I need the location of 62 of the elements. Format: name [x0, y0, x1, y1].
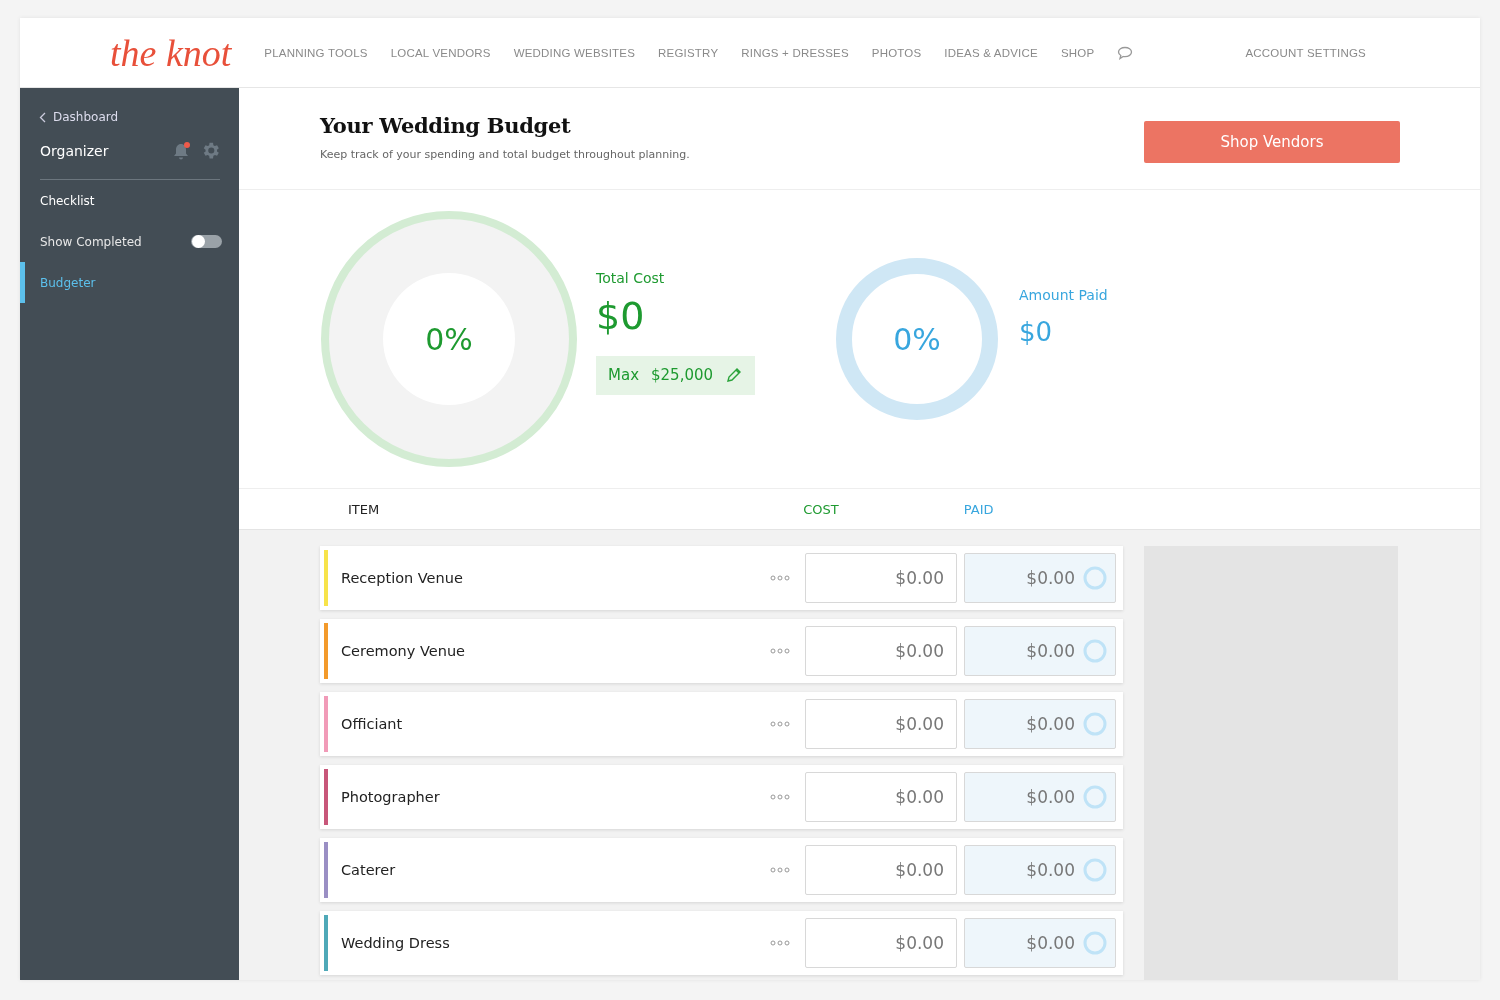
- more-icon[interactable]: [770, 575, 790, 581]
- amount-paid-value: $0: [1019, 317, 1054, 347]
- progress-ring-icon: [1083, 566, 1107, 590]
- item-name: Photographer: [341, 789, 441, 805]
- paid-field[interactable]: $0.00: [964, 553, 1116, 603]
- column-header: PAID: [963, 501, 994, 517]
- chat-icon[interactable]: [1117, 45, 1134, 60]
- column-header: ITEM: [348, 501, 380, 517]
- total-cost-amount: $0: [596, 293, 645, 338]
- paid-field[interactable]: $0.00: [964, 772, 1116, 822]
- cost-field[interactable]: $0.00: [805, 699, 957, 749]
- page-subtitle: Keep track of your spending and total budget throughout planning.: [320, 148, 690, 161]
- progress-ring-icon: [1083, 858, 1107, 882]
- progress-ring-icon: [1083, 785, 1107, 809]
- progress-ring-icon: [1083, 931, 1107, 955]
- account-settings-link[interactable]: ACCOUNT SETTINGS: [1245, 46, 1366, 59]
- nav-link[interactable]: PHOTOS: [871, 46, 922, 59]
- cost-field[interactable]: $0.00: [805, 626, 957, 676]
- paid-field[interactable]: $0.00: [964, 845, 1116, 895]
- paid-field[interactable]: $0.00: [964, 699, 1116, 749]
- bell-icon[interactable]: [173, 140, 191, 161]
- percent-text: 0%: [425, 321, 473, 357]
- progress-ring-icon: [1083, 712, 1107, 736]
- sidebar-title: Organizer: [40, 142, 110, 159]
- nav-link[interactable]: LOCAL VENDORS: [390, 46, 491, 59]
- column-header: COST: [803, 501, 839, 517]
- nav-link[interactable]: IDEAS & ADVICE: [944, 46, 1038, 59]
- paid-field[interactable]: $0.00: [964, 626, 1116, 676]
- nav-link[interactable]: REGISTRY: [658, 46, 719, 59]
- progress-ring-icon: [1083, 639, 1107, 663]
- item-name: Wedding Dress: [341, 935, 451, 951]
- more-icon[interactable]: [770, 867, 790, 873]
- total-cost-label: Total Cost: [596, 269, 665, 286]
- max-budget-button[interactable]: Max $25,000: [596, 355, 756, 395]
- cost-field[interactable]: $0.00: [805, 553, 957, 603]
- nav-link[interactable]: RINGS + DRESSES: [741, 46, 849, 59]
- more-icon[interactable]: [770, 940, 790, 946]
- item-name: Ceremony Venue: [341, 643, 466, 659]
- logo[interactable]: the knot: [110, 33, 232, 72]
- shop-vendors-button[interactable]: Shop Vendors: [1144, 121, 1400, 163]
- toggle-switch[interactable]: [191, 235, 222, 248]
- cost-field[interactable]: $0.00: [805, 845, 957, 895]
- sidebar-item[interactable]: Budgeter: [20, 262, 239, 303]
- item-name: Caterer: [341, 862, 397, 878]
- amount-paid-label: Amount Paid: [1019, 287, 1108, 303]
- chevron-left-icon: [39, 111, 46, 123]
- page-title: Your Wedding Budget: [320, 113, 572, 138]
- nav-link[interactable]: WEDDING WEBSITES: [513, 46, 636, 59]
- toggle-label: Show Completed: [40, 234, 142, 249]
- cost-field[interactable]: $0.00: [805, 772, 957, 822]
- item-name: Reception Venue: [341, 570, 464, 586]
- nav-link[interactable]: PLANNING TOOLS: [264, 46, 368, 59]
- paid-field[interactable]: $0.00: [964, 918, 1116, 968]
- sidebar-item[interactable]: Checklist: [20, 180, 239, 221]
- back-link[interactable]: Dashboard: [39, 110, 239, 124]
- more-icon[interactable]: [770, 721, 790, 727]
- more-icon[interactable]: [770, 794, 790, 800]
- cost-field[interactable]: $0.00: [805, 918, 957, 968]
- nav-link[interactable]: SHOP: [1060, 46, 1095, 59]
- more-icon[interactable]: [770, 648, 790, 654]
- percent-text: 0%: [893, 321, 941, 357]
- item-name: Officiant: [341, 716, 404, 732]
